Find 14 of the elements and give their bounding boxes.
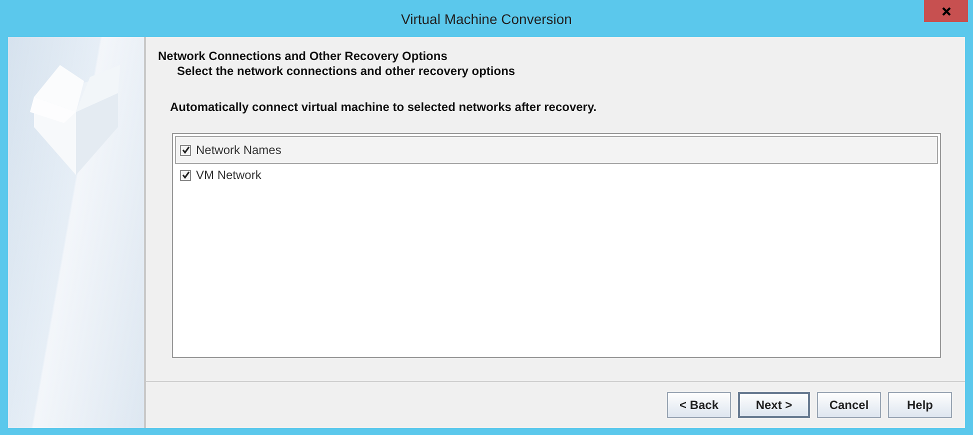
close-icon (942, 6, 950, 16)
dialog-button[interactable]: Next > (738, 392, 810, 418)
dialog-button[interactable]: Cancel (817, 392, 881, 418)
dialog-button[interactable]: Help (888, 392, 952, 418)
close-button[interactable] (924, 0, 968, 22)
network-name: VM Network (196, 168, 262, 182)
column-header: Network Names (196, 143, 282, 157)
window-title: Virtual Machine Conversion (401, 10, 572, 26)
dialog-button[interactable]: < Back (667, 392, 731, 418)
checkbox[interactable] (180, 170, 191, 180)
instruction-text: Automatically connect virtual machine to selected networks after recovery. (170, 100, 598, 114)
page-subheading: Select the network connections and other recovery options (177, 64, 516, 78)
page-heading: Network Connections and Other Recovery Options (158, 49, 448, 63)
checkbox[interactable] (180, 144, 191, 156)
